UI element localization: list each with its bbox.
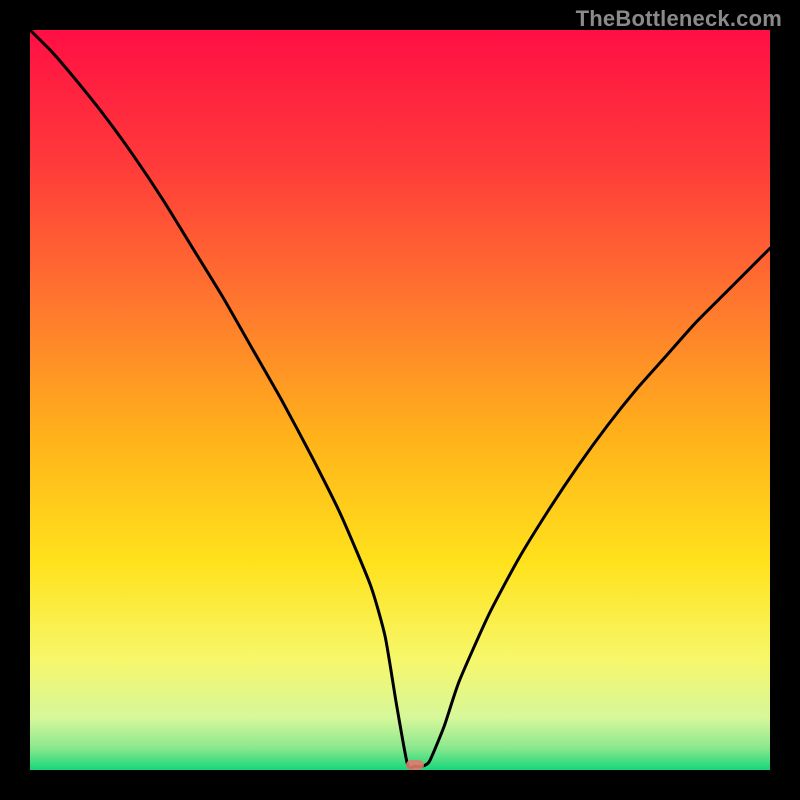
chart-container: TheBottleneck.com: [0, 0, 800, 800]
watermark-text: TheBottleneck.com: [576, 6, 782, 32]
chart-svg: [30, 30, 770, 770]
gradient-background: [30, 30, 770, 770]
plot-area: [30, 30, 770, 770]
optimal-marker: [406, 760, 424, 770]
